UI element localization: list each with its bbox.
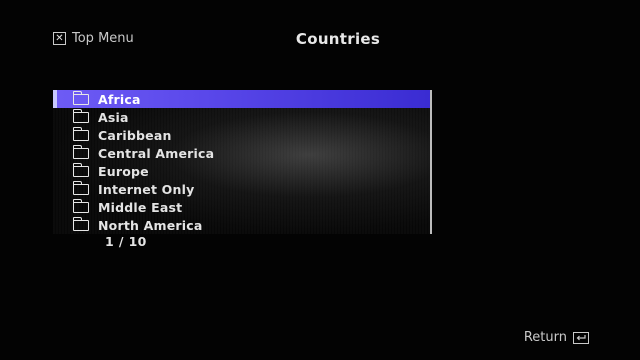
folder-icon: [73, 162, 89, 177]
list-item-africa[interactable]: Africa: [53, 90, 430, 108]
scrollbar[interactable]: [430, 90, 432, 234]
list-item-central-america[interactable]: Central America: [53, 144, 430, 162]
folder-icon: [73, 198, 89, 213]
page-indicator: 1 / 10: [105, 234, 147, 249]
list-item-north-america[interactable]: North America: [53, 216, 430, 234]
folder-icon: [73, 216, 89, 231]
list-item-caribbean[interactable]: Caribbean: [53, 126, 430, 144]
folder-icon: [73, 144, 89, 159]
list-item-label: Central America: [98, 145, 215, 161]
page-title: Countries: [295, 30, 381, 48]
list-item-middle-east[interactable]: Middle East: [53, 198, 430, 216]
list-item-label: Europe: [98, 163, 149, 179]
list-item-label: Internet Only: [98, 181, 195, 197]
return-label: Return: [523, 330, 567, 345]
list-item-europe[interactable]: Europe: [53, 162, 430, 180]
folder-icon: [73, 180, 89, 195]
folder-icon: [73, 108, 89, 123]
list-item-asia[interactable]: Asia: [53, 108, 430, 126]
tv-screen: ✕ Top Menu Countries Africa Asia Caribbe…: [0, 0, 640, 360]
folder-icon: [73, 126, 89, 141]
list-item-label: North America: [98, 217, 203, 233]
folder-icon: [73, 90, 89, 105]
list-item-label: Caribbean: [98, 127, 172, 143]
list-item-label: Africa: [98, 91, 141, 107]
return-button[interactable]: Return: [524, 330, 589, 345]
list-item-label: Middle East: [98, 199, 183, 215]
list-item-internet-only[interactable]: Internet Only: [53, 180, 430, 198]
list-item-label: Asia: [98, 109, 129, 125]
return-icon: [573, 331, 589, 344]
